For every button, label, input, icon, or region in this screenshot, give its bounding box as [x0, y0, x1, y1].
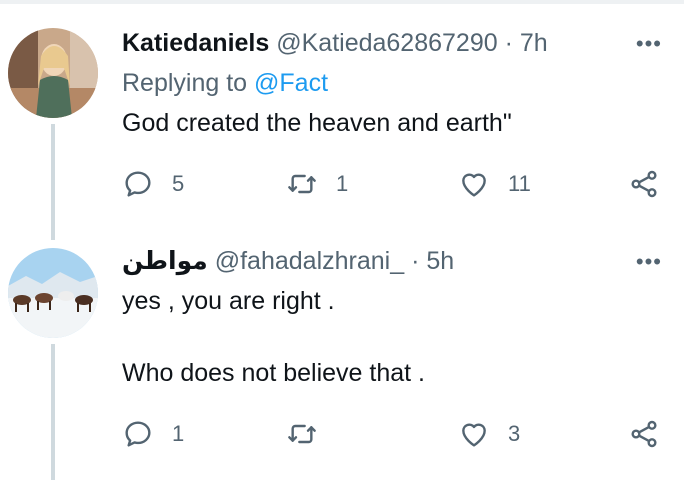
user-handle[interactable]: @Katieda62867290 — [276, 29, 497, 57]
like-count: 3 — [508, 421, 521, 446]
tweet-actions: 5 1 11 — [122, 164, 662, 204]
retweet-button[interactable] — [286, 414, 336, 454]
share-icon — [631, 420, 657, 448]
display-name[interactable]: Katiedaniels — [122, 29, 269, 57]
tweet-text-line-1: yes , you are right . — [122, 287, 335, 315]
more-options-icon[interactable]: ••• — [636, 251, 662, 273]
avatar[interactable] — [8, 248, 98, 338]
reply-icon — [125, 421, 151, 447]
thread-line — [51, 124, 55, 240]
retweet-count: 1 — [336, 171, 349, 196]
tweet-text: God created the heaven and earth" — [122, 109, 512, 137]
reply-count: 5 — [172, 171, 185, 196]
reply-button[interactable]: 1 — [122, 414, 184, 454]
tweet-actions: 1 3 — [122, 414, 662, 454]
retweet-icon — [288, 424, 316, 444]
replying-to-label: Replying to — [122, 69, 255, 97]
heart-icon — [462, 423, 486, 447]
tweet-text-line-2: Who does not believe that . — [122, 359, 425, 387]
reply-count: 1 — [172, 421, 185, 446]
share-button[interactable] — [628, 164, 660, 204]
user-handle[interactable]: @fahadalzhrani_ — [215, 247, 404, 275]
separator-dot: · — [411, 247, 420, 275]
tweet-header: مواطن @fahadalzhrani_ · 5h — [122, 246, 454, 276]
retweet-button[interactable]: 1 — [286, 164, 348, 204]
like-button[interactable]: 11 — [458, 164, 531, 204]
thread-line — [51, 344, 55, 480]
tweet-katiedaniels[interactable]: Katiedaniels @Katieda62867290 · 7h ••• R… — [0, 0, 684, 240]
timestamp[interactable]: 5h — [426, 247, 454, 275]
heart-icon — [462, 173, 486, 197]
replying-to: Replying to @Fact — [122, 68, 328, 98]
retweet-icon — [288, 174, 316, 194]
avatar[interactable] — [8, 28, 98, 118]
reply-icon — [125, 171, 151, 197]
more-options-icon[interactable]: ••• — [636, 33, 662, 55]
like-count: 11 — [508, 171, 531, 196]
separator-dot: · — [504, 29, 513, 57]
display-name[interactable]: مواطن — [122, 247, 208, 275]
share-button[interactable] — [628, 414, 660, 454]
share-icon — [631, 170, 657, 198]
timestamp[interactable]: 7h — [520, 29, 548, 57]
tweet-header: Katiedaniels @Katieda62867290 · 7h — [122, 28, 548, 58]
mention-link[interactable]: @Fact — [254, 69, 328, 97]
like-button[interactable]: 3 — [458, 414, 520, 454]
tweet-fahadalzhrani[interactable]: مواطن @fahadalzhrani_ · 5h ••• yes , you… — [0, 240, 684, 486]
reply-button[interactable]: 5 — [122, 164, 184, 204]
